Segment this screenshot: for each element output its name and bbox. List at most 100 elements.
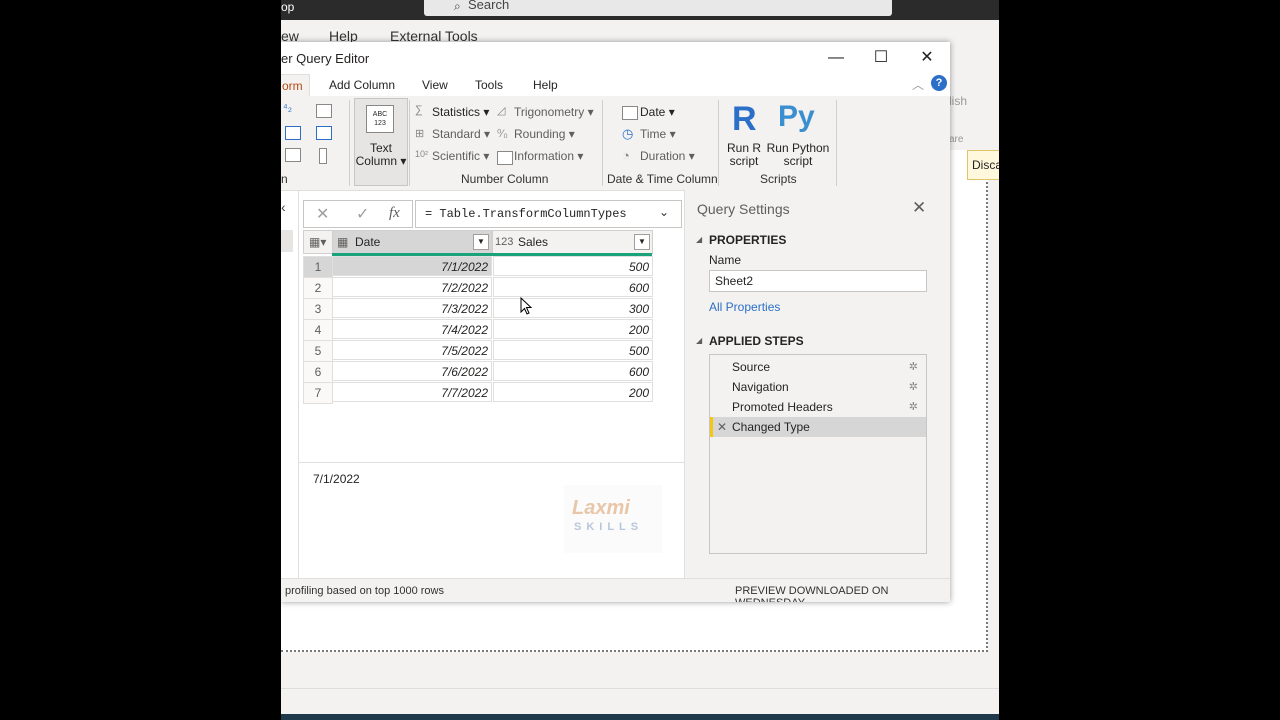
trigonometry-button[interactable]: Trigonometry ▾: [514, 105, 594, 119]
run-r-script-button[interactable]: R Run R script: [724, 98, 764, 168]
minimize-button[interactable]: —: [816, 44, 856, 72]
power-query-editor-window: er Query Editor — ☐ ✕ orm Add Column Vie…: [281, 42, 950, 602]
date-cell[interactable]: 7/3/2022: [332, 298, 492, 318]
maximize-button[interactable]: ☐: [861, 44, 901, 72]
help-icon[interactable]: ?: [931, 75, 947, 91]
run-python-script-button[interactable]: Py Run Python script: [766, 98, 830, 168]
laxmi-skills-watermark: Laxmi SKILLS: [564, 485, 662, 553]
close-settings-icon[interactable]: ✕: [912, 198, 926, 218]
r-icon: R: [732, 100, 757, 138]
pivot-icon[interactable]: [285, 148, 301, 162]
search-box[interactable]: ⌕ Search: [424, 0, 892, 16]
status-bar: profiling based on top 1000 rows PREVIEW…: [281, 578, 950, 602]
filter-dropdown-sales[interactable]: ▼: [634, 234, 650, 250]
sales-cell[interactable]: 500: [493, 340, 653, 360]
sales-cell[interactable]: 300: [493, 298, 653, 318]
row-number: 3: [303, 298, 333, 320]
text-column-button[interactable]: ABC 123 Text Column ▾: [354, 98, 408, 186]
delete-step-icon[interactable]: ✕: [717, 417, 727, 437]
formula-text: = Table.TransformColumnTypes: [425, 207, 627, 221]
information-button[interactable]: Information ▾: [514, 149, 583, 163]
queries-pane-collapsed[interactable]: [281, 230, 293, 252]
step-label: Source: [732, 360, 771, 374]
commit-formula-icon[interactable]: ✓: [356, 204, 369, 224]
ribbon-tabs: orm Add Column View Tools Help ︿ ?: [281, 74, 950, 101]
sales-cell[interactable]: 200: [493, 319, 653, 339]
column-header-sales[interactable]: 123 Sales ▼: [492, 230, 653, 254]
number-type-icon: 123: [495, 236, 514, 248]
scripts-group-label: Scripts: [760, 172, 797, 186]
table-menu-icon[interactable]: ▦▾: [303, 230, 333, 254]
tab-view[interactable]: View: [422, 78, 448, 92]
sales-cell[interactable]: 200: [493, 382, 653, 402]
scientific-button[interactable]: Scientific ▾: [432, 149, 489, 163]
all-properties-link[interactable]: All Properties: [709, 300, 780, 314]
split-column-icon[interactable]: [316, 104, 332, 118]
text-icon-123: 123: [374, 120, 386, 127]
table-row[interactable]: 5 7/5/2022 500: [303, 340, 653, 362]
gear-icon[interactable]: ✲: [909, 377, 918, 397]
filter-dropdown-date[interactable]: ▼: [473, 234, 489, 250]
group-by-icon[interactable]: [316, 126, 332, 140]
time-button[interactable]: Time ▾: [640, 127, 676, 141]
gear-icon[interactable]: ✲: [909, 357, 918, 377]
query-name-input[interactable]: Sheet2: [709, 270, 927, 292]
queries-pane-expand-icon[interactable]: ‹: [281, 199, 286, 215]
date-button[interactable]: Date ▾: [640, 105, 675, 119]
number-column-group-label: Number Column: [461, 172, 549, 186]
fx-icon[interactable]: fx: [389, 205, 400, 222]
move-icon[interactable]: [319, 148, 327, 164]
row-number: 5: [303, 340, 333, 362]
table-row[interactable]: 7 7/7/2022 200: [303, 382, 653, 404]
step-source[interactable]: Source ✲: [710, 357, 926, 377]
column-header-date[interactable]: ▦ Date ▼: [332, 230, 492, 254]
gear-icon[interactable]: ✲: [909, 397, 918, 417]
formula-input[interactable]: = Table.TransformColumnTypes ⌄: [415, 200, 682, 228]
date-cell[interactable]: 7/1/2022: [332, 256, 492, 276]
step-changed-type[interactable]: ✕ Changed Type: [710, 417, 926, 437]
transpose-icon[interactable]: ⁴₂: [283, 102, 292, 114]
fill-down-icon[interactable]: [285, 126, 301, 140]
table-row[interactable]: 4 7/4/2022 200: [303, 319, 653, 341]
tab-tools[interactable]: Tools: [475, 78, 503, 92]
tab-help[interactable]: Help: [533, 78, 558, 92]
duration-button[interactable]: Duration ▾: [640, 149, 695, 163]
profiling-status[interactable]: profiling based on top 1000 rows: [285, 585, 444, 597]
text-icon-abc: ABC: [372, 111, 388, 118]
expand-formula-icon[interactable]: ⌄: [659, 205, 669, 219]
any-column-group-label: n: [281, 172, 288, 186]
name-label: Name: [709, 253, 742, 267]
sales-cell[interactable]: 500: [493, 256, 653, 276]
run-python-label-1: Run Python: [766, 141, 830, 155]
share-label: are: [949, 134, 964, 145]
statistics-button[interactable]: Statistics ▾: [432, 105, 489, 119]
calendar-icon: ▦: [337, 235, 349, 249]
date-cell[interactable]: 7/5/2022: [332, 340, 492, 360]
collapse-ribbon-icon[interactable]: ︿: [912, 76, 924, 93]
discard-button[interactable]: Disca: [967, 150, 999, 180]
standard-button[interactable]: Standard ▾: [432, 127, 490, 141]
applied-steps-header: APPLIED STEPS: [709, 334, 804, 348]
step-promoted-headers[interactable]: Promoted Headers ✲: [710, 397, 926, 417]
table-row[interactable]: 1 7/1/2022 500: [303, 256, 653, 278]
sales-cell[interactable]: 600: [493, 361, 653, 381]
date-icon: [622, 106, 638, 120]
collapse-properties-icon[interactable]: ◢: [696, 235, 702, 244]
close-button[interactable]: ✕: [907, 44, 947, 72]
rounding-button[interactable]: Rounding ▾: [514, 127, 575, 141]
collapse-steps-icon[interactable]: ◢: [696, 336, 702, 345]
step-navigation[interactable]: Navigation ✲: [710, 377, 926, 397]
date-cell[interactable]: 7/7/2022: [332, 382, 492, 402]
date-cell[interactable]: 7/6/2022: [332, 361, 492, 381]
rounding-icon: ⁰⁄₀: [497, 128, 508, 140]
table-row[interactable]: 6 7/6/2022 600: [303, 361, 653, 383]
date-cell[interactable]: 7/2/2022: [332, 277, 492, 297]
table-row[interactable]: 3 7/3/2022 300: [303, 298, 653, 320]
background-menubar: ew Help External Tools: [281, 20, 999, 44]
properties-header: PROPERTIES: [709, 233, 787, 247]
sales-cell[interactable]: 600: [493, 277, 653, 297]
cancel-formula-icon[interactable]: ✕: [316, 204, 329, 224]
date-cell[interactable]: 7/4/2022: [332, 319, 492, 339]
tab-add-column[interactable]: Add Column: [329, 78, 395, 92]
table-row[interactable]: 2 7/2/2022 600: [303, 277, 653, 299]
